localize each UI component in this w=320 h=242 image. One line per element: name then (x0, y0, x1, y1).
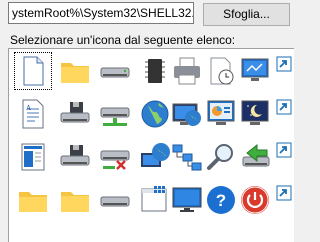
svg-text:?: ? (216, 191, 226, 210)
disconnected-drive-icon (100, 150, 130, 170)
icon-cell[interactable]: A (13, 94, 53, 134)
browse-button[interactable]: Sfoglia... (203, 3, 290, 26)
folder-icon (61, 63, 89, 83)
document-clock-icon (210, 57, 234, 85)
shortcut-arrow-icon (276, 99, 292, 115)
icon-cell[interactable] (95, 137, 135, 177)
magnifier-icon (207, 144, 233, 170)
icon-cell[interactable] (235, 137, 275, 177)
icon-cell[interactable] (271, 137, 294, 177)
icon-cell[interactable] (55, 94, 95, 134)
screensaver-icon (241, 100, 269, 125)
window-document-icon (21, 143, 45, 171)
icon-cell[interactable] (13, 51, 53, 91)
computer-globe-icon (172, 103, 201, 126)
icon-cell[interactable] (271, 94, 294, 134)
control-panel-icon (207, 100, 235, 125)
network-drive-icon (100, 107, 130, 126)
icon-cell[interactable] (55, 180, 95, 220)
folder-2-icon (61, 192, 89, 212)
icon-cell[interactable] (95, 51, 135, 91)
icon-list[interactable]: A? (8, 48, 294, 242)
icon-list-label: Selezionare un'icona dal seguente elenco… (10, 33, 236, 47)
monitor-network-icon (241, 58, 269, 81)
shortcut-arrow-icon (276, 185, 292, 201)
monitor-icon (172, 187, 202, 212)
remove-drive-icon (242, 143, 270, 167)
shortcut-arrow-icon (276, 142, 292, 158)
floppy-drive-icon (60, 102, 90, 123)
help-icon: ? (207, 186, 235, 214)
icon-cell[interactable] (95, 94, 135, 134)
printer-icon (174, 57, 200, 85)
network-tree-icon (172, 144, 202, 171)
text-document-icon: A (22, 99, 44, 129)
blank-document-icon (23, 56, 44, 86)
icon-file-path-input[interactable]: ystemRoot%\System32\SHELL32.dll (8, 2, 194, 24)
drive-2-icon (100, 196, 130, 207)
icon-cell[interactable] (235, 94, 275, 134)
svg-text:A: A (26, 104, 31, 112)
floppy-drive-2-icon (60, 145, 90, 166)
icon-cell[interactable] (13, 180, 53, 220)
icon-cell[interactable] (55, 51, 95, 91)
icon-cell[interactable] (13, 137, 53, 177)
shortcut-arrow-icon (276, 56, 292, 72)
folder-open-icon (19, 192, 47, 212)
icon-cell[interactable] (55, 137, 95, 177)
icon-cell[interactable] (271, 51, 294, 91)
power-icon (241, 186, 269, 214)
icon-cell[interactable] (95, 180, 135, 220)
drive-icon (100, 67, 130, 78)
icon-cell[interactable] (235, 51, 275, 91)
icon-cell[interactable] (271, 180, 294, 220)
icon-cell[interactable] (235, 180, 275, 220)
